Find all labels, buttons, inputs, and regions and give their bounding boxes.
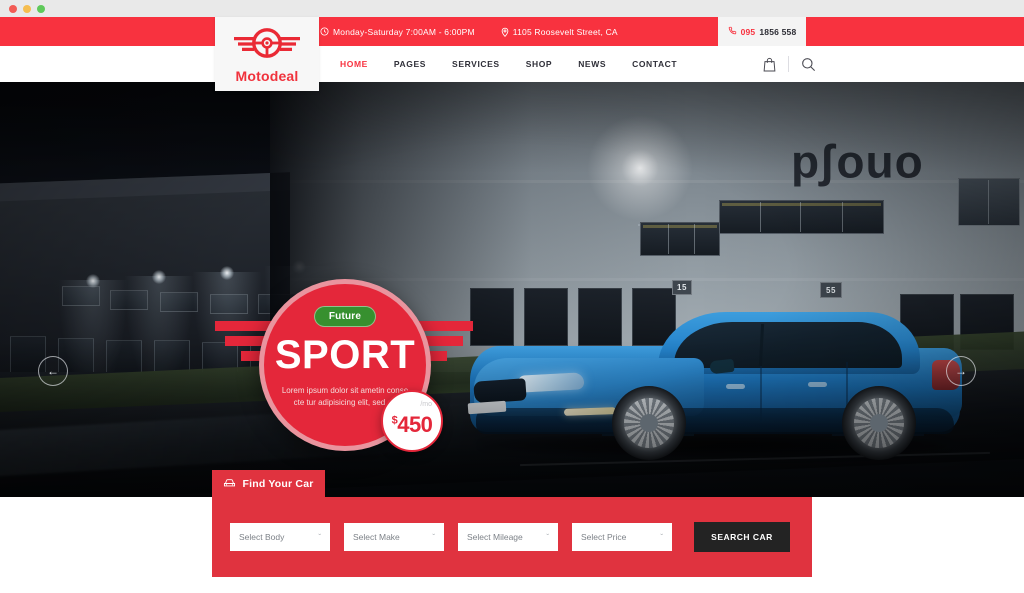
- topbar-info-group: Monday-Saturday 7:00AM - 6:00PM 1105 Roo…: [320, 27, 618, 37]
- chevron-down-icon: ˇ: [318, 532, 321, 542]
- chevron-down-icon: ˇ: [660, 532, 663, 542]
- nav-icon-divider: [788, 56, 789, 72]
- car-finder-panel: Select Body ˇ Select Make ˇ Select Milea…: [212, 497, 812, 577]
- location-pin-icon: [501, 27, 509, 37]
- phone-icon: [728, 26, 737, 37]
- hero-title: SPORT: [274, 333, 416, 377]
- price-amount: 450: [397, 412, 433, 437]
- select-body-value: Select Body: [239, 532, 285, 542]
- price-value: $450: [392, 414, 433, 436]
- carousel-prev-arrow-icon[interactable]: ←: [38, 356, 68, 386]
- nav-icons: [763, 46, 816, 82]
- nav-item-services[interactable]: SERVICES: [452, 59, 500, 69]
- chevron-down-icon: ˇ: [432, 532, 435, 542]
- main-navbar: HOME PAGES SERVICES SHOP NEWS CONTACT: [0, 46, 1024, 82]
- nav-item-contact[interactable]: CONTACT: [632, 59, 677, 69]
- opening-hours: Monday-Saturday 7:00AM - 6:00PM: [320, 27, 475, 37]
- maximize-dot[interactable]: [37, 4, 45, 13]
- clock-icon: [320, 27, 329, 36]
- address-text: 1105 Roosevelt Street, CA: [512, 26, 618, 37]
- select-body[interactable]: Select Body ˇ: [230, 523, 330, 551]
- hero-vignette: [0, 82, 1024, 497]
- nav-links: HOME PAGES SERVICES SHOP NEWS CONTACT: [340, 46, 677, 82]
- car-front-icon: [223, 477, 236, 491]
- select-price-value: Select Price: [581, 532, 627, 542]
- brand-name: Motodeal: [235, 67, 299, 84]
- chevron-down-icon: ˇ: [546, 532, 549, 542]
- price-badge: /mo $450: [381, 390, 443, 452]
- minimize-dot[interactable]: [23, 4, 31, 13]
- nav-item-home[interactable]: HOME: [340, 59, 368, 69]
- nav-item-news[interactable]: NEWS: [578, 59, 606, 69]
- hero-banner: onoʃd: [0, 82, 1024, 497]
- opening-hours-text: Monday-Saturday 7:00AM - 6:00PM: [333, 26, 475, 37]
- hero-tag: Future: [313, 306, 377, 327]
- address: 1105 Roosevelt Street, CA: [501, 27, 618, 37]
- close-dot[interactable]: [9, 4, 17, 13]
- select-make-value: Select Make: [353, 532, 400, 542]
- brand-logo[interactable]: Motodeal: [215, 17, 319, 91]
- nav-item-pages[interactable]: PAGES: [394, 59, 426, 69]
- shopping-bag-icon[interactable]: [763, 57, 776, 72]
- search-car-button[interactable]: SEARCH CAR: [694, 522, 790, 552]
- top-info-bar: Monday-Saturday 7:00AM - 6:00PM 1105 Roo…: [0, 17, 1024, 46]
- select-make[interactable]: Select Make ˇ: [344, 523, 444, 551]
- carousel-next-arrow-icon[interactable]: →: [946, 356, 976, 386]
- browser-window: Monday-Saturday 7:00AM - 6:00PM 1105 Roo…: [0, 0, 1024, 593]
- select-mileage[interactable]: Select Mileage ˇ: [458, 523, 558, 551]
- nav-item-shop[interactable]: SHOP: [526, 59, 553, 69]
- select-price[interactable]: Select Price ˇ: [572, 523, 672, 551]
- phone-code: 095: [740, 26, 756, 37]
- select-mileage-value: Select Mileage: [467, 532, 523, 542]
- find-your-car-label: Find Your Car: [242, 478, 314, 490]
- price-period: /mo: [420, 401, 432, 408]
- phone-number: 1856 558: [759, 26, 797, 37]
- phone-box[interactable]: 095 1856 558: [718, 17, 806, 46]
- winged-steering-wheel-icon: [230, 25, 304, 66]
- browser-chrome-bar: [0, 0, 1024, 17]
- search-icon[interactable]: [801, 57, 816, 72]
- find-your-car-tab[interactable]: Find Your Car: [212, 470, 325, 498]
